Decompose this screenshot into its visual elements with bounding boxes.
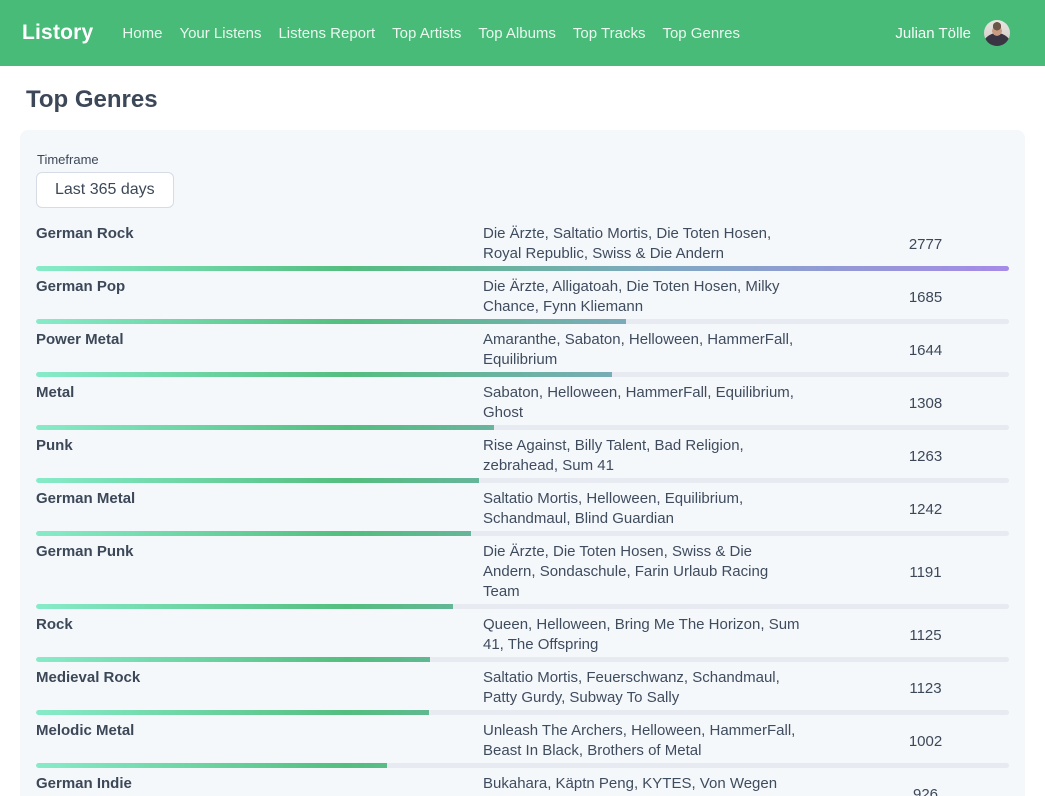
genre-row: Rock Queen, Helloween, Bring Me The Hori… <box>36 609 1009 662</box>
genre-row: Power Metal Amaranthe, Sabaton, Hellowee… <box>36 324 1009 377</box>
nav-item-top-tracks[interactable]: Top Tracks <box>573 25 646 42</box>
nav-item-top-artists[interactable]: Top Artists <box>392 25 461 42</box>
genre-bar-track <box>36 531 1009 536</box>
nav-item-listens-report[interactable]: Listens Report <box>278 25 375 42</box>
genre-listen-count: 1002 <box>860 733 1009 750</box>
page-title: Top Genres <box>26 86 1045 114</box>
genre-listen-count: 1644 <box>860 342 1009 359</box>
nav-item-top-genres[interactable]: Top Genres <box>662 25 740 42</box>
genre-bar-track <box>36 425 1009 430</box>
genre-row: German Rock Die Ärzte, Saltatio Mortis, … <box>36 218 1009 271</box>
genre-top-artists: Die Ärzte, Die Toten Hosen, Swiss & Die … <box>483 542 805 602</box>
app-header: Listory Home Your Listens Listens Report To… <box>0 0 1045 66</box>
genre-name: German Indie <box>36 774 483 794</box>
genre-name: Punk <box>36 436 483 456</box>
genre-listen-count: 1191 <box>860 564 1009 581</box>
genre-bar-track <box>36 372 1009 377</box>
genre-top-artists: Die Ärzte, Alligatoah, Die Toten Hosen, … <box>483 277 805 317</box>
genre-name: Melodic Metal <box>36 721 483 741</box>
genre-bar <box>36 531 471 536</box>
user-name[interactable]: Julian Tölle <box>895 25 971 42</box>
genre-bar-track <box>36 266 1009 271</box>
genre-top-artists: Saltatio Mortis, Helloween, Equilibrium,… <box>483 489 805 529</box>
genre-name: Medieval Rock <box>36 668 483 688</box>
genre-listen-count: 2777 <box>860 236 1009 253</box>
genre-bar-track <box>36 657 1009 662</box>
genre-top-artists: Amaranthe, Sabaton, Helloween, HammerFal… <box>483 330 805 370</box>
genre-name: German Punk <box>36 542 483 562</box>
genre-listen-count: 1242 <box>860 501 1009 518</box>
genre-listen-count: 1308 <box>860 395 1009 412</box>
nav-item-home[interactable]: Home <box>122 25 162 42</box>
genre-bar <box>36 372 612 377</box>
genre-name: German Pop <box>36 277 483 297</box>
genre-name: Metal <box>36 383 483 403</box>
page: { "header": { "brand": "Listory", "nav":… <box>0 0 1045 796</box>
genre-row: Metal Sabaton, Helloween, HammerFall, Eq… <box>36 377 1009 430</box>
genre-bar <box>36 319 626 324</box>
main-nav: Home Your Listens Listens Report Top Artist… <box>122 25 895 42</box>
timeframe-select[interactable]: Last 365 days <box>36 172 174 208</box>
genre-top-artists: Queen, Helloween, Bring Me The Horizon, … <box>483 615 805 655</box>
genre-table: German Rock Die Ärzte, Saltatio Mortis, … <box>36 218 1009 796</box>
genre-bar <box>36 425 494 430</box>
genre-bar-track <box>36 604 1009 609</box>
genre-row: German Pop Die Ärzte, Alligatoah, Die To… <box>36 271 1009 324</box>
genre-name: Rock <box>36 615 483 635</box>
genre-bar <box>36 604 453 609</box>
genre-listen-count: 1125 <box>860 627 1009 644</box>
genre-listen-count: 1263 <box>860 448 1009 465</box>
genre-top-artists: Sabaton, Helloween, HammerFall, Equilibr… <box>483 383 805 423</box>
genre-name: German Metal <box>36 489 483 509</box>
top-genres-card: Timeframe Last 365 days German Rock Die … <box>20 130 1025 796</box>
genre-bar-track <box>36 478 1009 483</box>
genre-bar <box>36 763 387 768</box>
genre-row: Medieval Rock Saltatio Mortis, Feuerschw… <box>36 662 1009 715</box>
genre-top-artists: Bukahara, Käptn Peng, KYTES, Von Wegen L… <box>483 774 805 796</box>
user-menu: Julian Tölle <box>895 20 1010 46</box>
nav-item-your-listens[interactable]: Your Listens <box>179 25 261 42</box>
genre-bar <box>36 710 429 715</box>
genre-listen-count: 1685 <box>860 289 1009 306</box>
genre-row: German Metal Saltatio Mortis, Helloween,… <box>36 483 1009 536</box>
genre-bar-track <box>36 319 1009 324</box>
genre-top-artists: Unleash The Archers, Helloween, HammerFa… <box>483 721 805 761</box>
timeframe-label: Timeframe <box>37 152 1009 167</box>
main-content: Top Genres Timeframe Last 365 days Germa… <box>0 86 1045 796</box>
genre-row: German Indie Bukahara, Käptn Peng, KYTES… <box>36 768 1009 796</box>
genre-bar <box>36 478 479 483</box>
brand-logo[interactable]: Listory <box>22 21 93 45</box>
genre-bar-track <box>36 763 1009 768</box>
genre-listen-count: 1123 <box>860 680 1009 697</box>
genre-row: German Punk Die Ärzte, Die Toten Hosen, … <box>36 536 1009 609</box>
nav-item-top-albums[interactable]: Top Albums <box>478 25 556 42</box>
genre-listen-count: 926 <box>860 786 1009 796</box>
user-avatar[interactable] <box>984 20 1010 46</box>
genre-top-artists: Rise Against, Billy Talent, Bad Religion… <box>483 436 805 476</box>
genre-name: German Rock <box>36 224 483 244</box>
genre-bar <box>36 266 1009 271</box>
genre-row: Punk Rise Against, Billy Talent, Bad Rel… <box>36 430 1009 483</box>
genre-bar <box>36 657 430 662</box>
genre-top-artists: Saltatio Mortis, Feuerschwanz, Schandmau… <box>483 668 805 708</box>
genre-top-artists: Die Ärzte, Saltatio Mortis, Die Toten Ho… <box>483 224 805 264</box>
genre-bar-track <box>36 710 1009 715</box>
genre-name: Power Metal <box>36 330 483 350</box>
genre-row: Melodic Metal Unleash The Archers, Hello… <box>36 715 1009 768</box>
